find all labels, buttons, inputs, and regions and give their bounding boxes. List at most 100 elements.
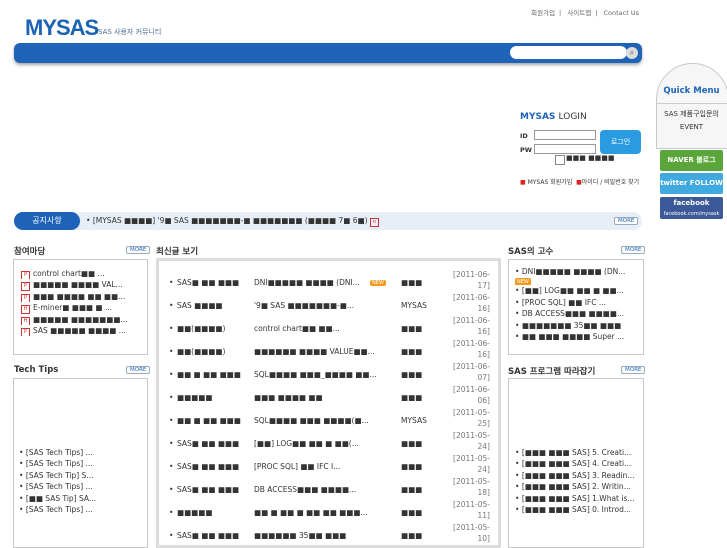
list-item[interactable]: P ■■■■■ ■■■■ VAL... [21,279,145,291]
list-item[interactable]: • [SAS Tech Tips] ... [19,458,145,469]
masters-more-button[interactable]: MORE [621,246,646,254]
list-item[interactable]: • DB ACCESS■■■ ■■■■... [515,308,641,319]
techtips-box: • [SAS Tech Tips] ... • [SAS Tech Tips] … [13,378,148,548]
id-input[interactable] [534,130,596,140]
bullet-icon: ■ [520,179,526,186]
search-icon[interactable]: ⌕ [626,47,638,59]
notice-link[interactable]: [MYSAS ■■■■] '9■ SAS ■■■■■■■-■ ■■■■■■■ (… [93,216,368,225]
post-subject[interactable]: [PROC SQL] ■■ IFC I... [254,462,379,471]
post-category[interactable]: ■■■■■ [177,393,249,402]
list-item[interactable]: • [■■] LOG■■ ■■ ■ ■■... [515,285,641,296]
bullet-icon: • [169,485,174,494]
link-join[interactable]: 회원가입 [531,9,555,17]
list-item[interactable]: • [■■■ ■■■ SAS] 4. Creati... [515,458,641,469]
post-category[interactable]: ■■ ■ ■■ ■■■ [177,370,249,379]
remember-label: ■■■ ■■■■ [566,154,615,162]
post-subject[interactable]: control chart■■ ■■... [254,324,379,333]
list-item[interactable]: • ■■■■■■■ 35■■ ■■■ [515,320,641,331]
post-category[interactable]: ■■ ■ ■■ ■■■ [177,416,249,425]
bullet-icon: • [169,508,174,517]
post-subject[interactable]: ■■ ■ ■■ ■ ■■ ■■ ■■■... [254,508,379,517]
participation-more-button[interactable]: MORE [126,246,151,254]
post-author: ■■■ [401,370,423,379]
search-input[interactable] [510,46,627,59]
post-subject[interactable]: SQL■■■■ ■■■ ■■■■(■... [254,416,379,425]
program-more-button[interactable]: MORE [621,366,646,374]
post-category[interactable]: SAS■ ■■ ■■■ [177,531,249,540]
remember-checkbox[interactable] [555,155,565,165]
find-account-link[interactable]: 아이디 / 비밀번호 찾기 [582,179,639,186]
twitter-button[interactable]: twitter FOLLOW ME [660,173,723,208]
list-item[interactable]: • [PROC SQL] ■■ IFC ... [515,297,641,308]
post-date: [2011-06-16] [453,293,490,313]
masters-list: • DNI■■■■■ ■■■■ (DN... NEW • [■■] LOG■■ … [515,266,641,342]
post-category[interactable]: SAS■ ■■ ■■■ [177,462,249,471]
post-category[interactable]: ■■(■■■■) [177,324,249,333]
logo[interactable]: MYSAS [25,15,99,41]
join-link[interactable]: MYSAS 회원가입 [528,179,573,186]
post-date: [2011-06-17] [453,270,490,290]
post-subject[interactable]: DB ACCESS■■■ ■■■■... [254,485,379,494]
post-author: ■■■ [401,324,423,333]
list-item[interactable]: • DNI■■■■■ ■■■■ (DN... [515,266,641,277]
quick-menu-panel [656,63,727,149]
link-sitemap[interactable]: 사이트맵 [567,9,591,17]
list-item[interactable]: H ■■■■■ ■■■■■■■... [21,314,145,325]
post-date: [2011-05-10] [453,523,490,543]
list-item[interactable]: • [■■■ ■■■ SAS] 2. Writin... [515,481,641,492]
list-item[interactable]: H E-miner■ ■■■ ■ ... [21,302,145,314]
post-subject[interactable]: ■■■■■■ ■■■■ VALUE■■... [254,347,379,356]
post-category[interactable]: SAS■ ■■ ■■■ [177,278,249,287]
list-item[interactable]: • [■■ SAS Tip] SA... [19,493,145,504]
post-author: ■■■ [401,278,423,287]
naver-blog-button[interactable]: NAVER 블로그 [660,150,723,171]
post-icon: P [21,293,30,303]
post-subject[interactable]: DNI■■■■■ ■■■■ (DNI... [254,278,379,287]
login-title: MYSAS LOGIN [520,112,587,122]
participation-list: Pcontrol chart■■ ... P ■■■■■ ■■■■ VAL... … [21,268,145,337]
list-item[interactable]: • [■■■ ■■■ SAS] 0. Introd... [515,504,641,515]
techtips-more-button[interactable]: MORE [126,366,151,374]
login-title-brand: MYSAS [520,112,556,122]
post-date: [2011-05-11] [453,500,490,520]
facebook-button[interactable]: facebook facebook.com/mysask [660,197,723,219]
list-item[interactable]: • ■■ ■■■ ■■■■ Super ... [515,331,641,342]
notice-text[interactable]: • [MYSAS ■■■■] '9■ SAS ■■■■■■■-■ ■■■■■■■… [86,216,382,227]
list-item[interactable]: • [SAS Tech Tips] ... [19,447,145,458]
new-badge-row: NEW [515,277,641,286]
pw-input[interactable] [534,144,596,154]
quick-item-purchase[interactable]: SAS 제품구입문의 [656,109,727,119]
list-item[interactable]: P SAS ■■■■■ ■■■■ ... [21,325,145,337]
post-author: ■■■ [401,462,423,471]
post-category[interactable]: SAS■ ■■ ■■■ [177,485,249,494]
post-subject[interactable]: SQL■■■■ ■■■_■■■■ ■■... [254,370,379,379]
new-icon: NEW [370,280,386,286]
quick-menu-title: Quick Menu [663,86,720,96]
quick-item-event[interactable]: EVENT [656,123,727,131]
post-subject[interactable]: ■■■ ■■■■ ■■ [254,393,379,402]
list-item[interactable]: Pcontrol chart■■ ... [21,268,145,280]
post-category[interactable]: ■■(■■■■) [177,347,249,356]
login-button[interactable]: 로그인 [600,130,641,154]
list-item[interactable]: • [■■■ ■■■ SAS] 1.What is... [515,493,641,504]
logo-subtitle: SAS 사용자 커뮤니티 [98,28,162,36]
notice-more-button[interactable]: MORE [614,217,639,225]
post-date: [2011-06-16] [453,339,490,359]
post-category[interactable]: SAS■ ■■ ■■■ [177,439,249,448]
post-category[interactable]: ■■■■■ [177,508,249,517]
post-subject[interactable]: '9■ SAS ■■■■■■■-■... [254,301,379,310]
list-item[interactable]: • [SAS Tech Tips] ... [19,504,145,515]
post-subject[interactable]: [■■] LOG■■ ■■ ■ ■■(... [254,439,379,448]
post-date: [2011-05-24] [453,431,490,451]
post-category[interactable]: SAS ■■■■ [177,301,249,310]
post-subject[interactable]: ■■■■■■ 35■■ ■■■ [254,531,379,540]
link-contact[interactable]: Contact Us [604,9,640,17]
list-item[interactable]: • [■■■ ■■■ SAS] 5. Creati... [515,447,641,458]
list-item[interactable]: • [SAS Tech Tips] ... [19,481,145,492]
list-item[interactable]: • [■■■ ■■■ SAS] 3. Readin... [515,470,641,481]
post-icon: P [21,282,30,291]
list-item[interactable]: • [SAS Tech Tip] S... [19,470,145,481]
list-item[interactable]: P ■■■ ■■■■ ■■ ■■... [21,291,145,303]
facebook-url: facebook.com/mysask [663,211,720,217]
post-date: [2011-06-07] [453,362,490,382]
